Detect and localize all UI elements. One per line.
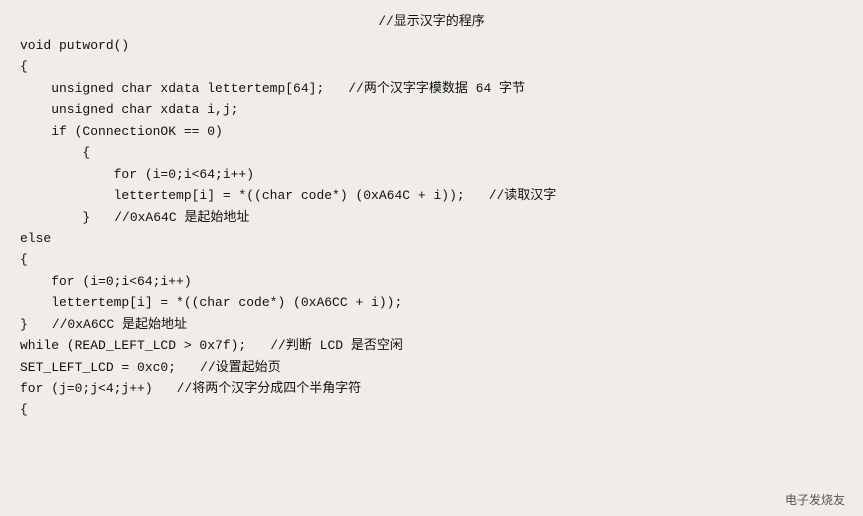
code-text: { — [20, 399, 28, 420]
code-text: if (ConnectionOK == 0) — [20, 121, 223, 142]
code-line: unsigned char xdata lettertemp[64]; //两个汉… — [20, 78, 843, 99]
code-line: { — [20, 249, 843, 270]
code-text: else — [20, 228, 51, 249]
page-container: //显示汉字的程序 void putword(){ unsigned char … — [0, 0, 863, 516]
code-text: } — [20, 207, 90, 228]
code-line: } //0xA64C 是起始地址 — [20, 207, 843, 228]
code-text: lettertemp[i] = *((char code*) (0xA64C +… — [20, 185, 465, 206]
code-comment: //0xA64C 是起始地址 — [114, 207, 249, 228]
code-line: { — [20, 399, 843, 420]
code-comment: //判断 LCD 是否空闲 — [270, 335, 403, 356]
code-text: { — [20, 249, 28, 270]
code-line: for (j=0;j<4;j++) //将两个汉字分成四个半角字符 — [20, 378, 843, 399]
code-comment: //读取汉字 — [489, 185, 557, 206]
code-line: SET_LEFT_LCD = 0xc0; //设置起始页 — [20, 357, 843, 378]
code-block: void putword(){ unsigned char xdata lett… — [20, 35, 843, 421]
code-text: void putword() — [20, 35, 129, 56]
code-line: { — [20, 56, 843, 77]
code-text: unsigned char xdata lettertemp[64]; — [20, 78, 324, 99]
code-text: { — [20, 56, 28, 77]
code-comment: //设置起始页 — [200, 357, 281, 378]
code-line: else — [20, 228, 843, 249]
code-line: if (ConnectionOK == 0) — [20, 121, 843, 142]
code-line: { — [20, 142, 843, 163]
watermark: 电子发烧友 — [785, 491, 845, 508]
code-line: for (i=0;i<64;i++) — [20, 271, 843, 292]
code-text: for (i=0;i<64;i++) — [20, 271, 192, 292]
code-line: lettertemp[i] = *((char code*) (0xA6CC +… — [20, 292, 843, 313]
code-line: } //0xA6CC 是起始地址 — [20, 314, 843, 335]
code-text: for (i=0;i<64;i++) — [20, 164, 254, 185]
code-text: lettertemp[i] = *((char code*) (0xA6CC +… — [20, 292, 402, 313]
code-text: } — [20, 314, 28, 335]
code-comment: //两个汉字字模数据 64 字节 — [348, 78, 525, 99]
code-text: unsigned char xdata i,j; — [20, 99, 238, 120]
code-comment: //0xA6CC 是起始地址 — [52, 314, 187, 335]
code-text: { — [20, 142, 90, 163]
code-line: while (READ_LEFT_LCD > 0x7f); //判断 LCD 是否… — [20, 335, 843, 356]
code-text: while (READ_LEFT_LCD > 0x7f); — [20, 335, 246, 356]
code-line: void putword() — [20, 35, 843, 56]
code-text: SET_LEFT_LCD = 0xc0; — [20, 357, 176, 378]
code-line: lettertemp[i] = *((char code*) (0xA64C +… — [20, 185, 843, 206]
code-text: for (j=0;j<4;j++) — [20, 378, 153, 399]
comment-header: //显示汉字的程序 — [20, 10, 843, 29]
code-line: unsigned char xdata i,j; — [20, 99, 843, 120]
code-line: for (i=0;i<64;i++) — [20, 164, 843, 185]
code-comment: //将两个汉字分成四个半角字符 — [177, 378, 362, 399]
